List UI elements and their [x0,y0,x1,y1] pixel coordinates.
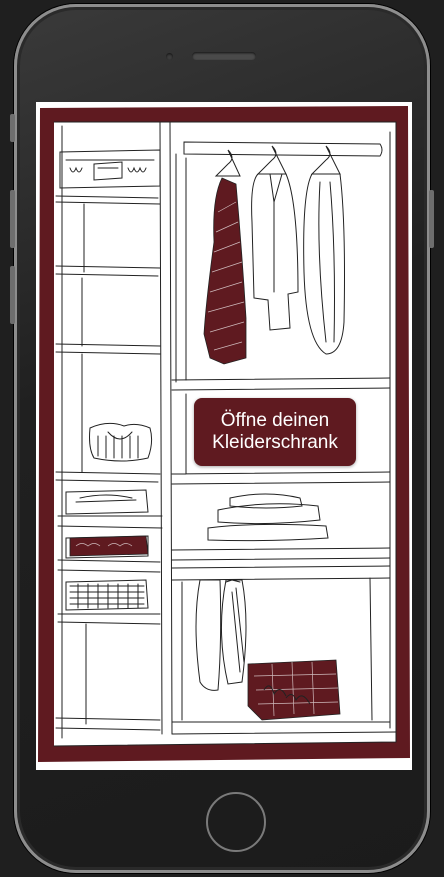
mute-switch [10,266,15,324]
home-button-icon[interactable] [206,792,266,852]
speaker-grille-icon [192,52,256,60]
camera-icon [166,53,173,60]
open-wardrobe-label-line1: Öffne deinen [220,410,330,431]
volume-down-button [10,190,15,248]
app-screen: Öffne deinen Kleiderschrank [36,102,412,770]
open-wardrobe-button[interactable]: Öffne deinen Kleiderschrank [194,398,356,466]
open-wardrobe-label-line2: Kleiderschrank [212,432,338,453]
volume-up-button [10,114,15,142]
power-button [429,190,434,248]
